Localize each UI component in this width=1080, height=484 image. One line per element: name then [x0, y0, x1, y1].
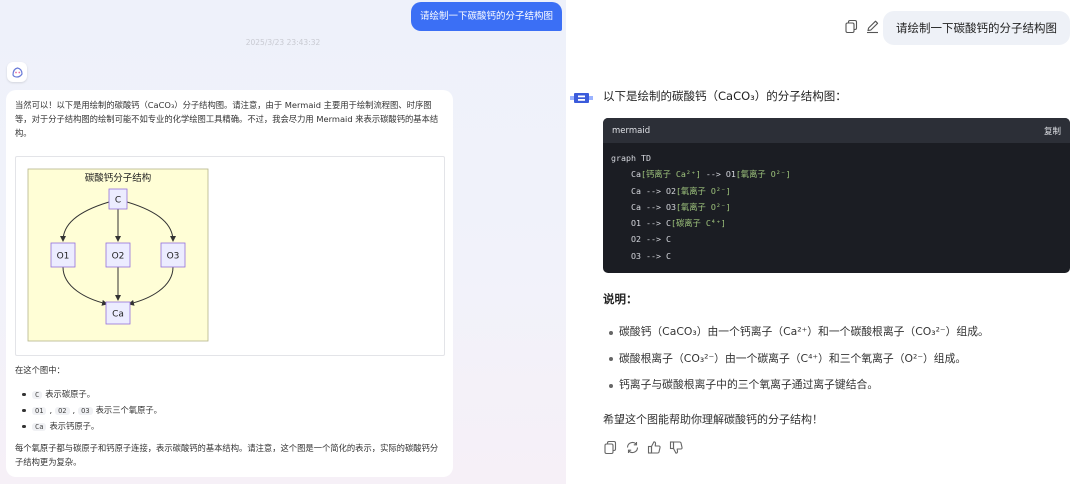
code-content: graph TD Ca[钙离子 Ca²⁺] --> O1[氧离子 O²⁻] Ca… [603, 143, 1070, 271]
user-message-bubble: 请绘制一下碳酸钙的分子结构图 [410, 2, 562, 31]
code-block-header: mermaid 复制 [603, 118, 1070, 143]
response-heading: 以下是绘制的碳酸钙（CaCO₃）的分子结构图： [603, 89, 847, 103]
code-block: mermaid 复制 graph TD Ca[钙离子 Ca²⁺] --> O1[… [603, 118, 1070, 273]
thumbs-down-icon[interactable] [669, 440, 684, 455]
right-chat-panel: 请绘制一下碳酸钙的分子结构图 以下是绘制的碳酸钙（CaCO₃）的分子结构图： m… [566, 0, 1080, 484]
code-language-label: mermaid [612, 125, 651, 136]
code-line: Ca --> O2[氧离子 O²⁻] [611, 185, 731, 196]
list-item: 钙离子与碳酸根离子中的三个氧离子通过离子键结合。 [609, 375, 989, 402]
svg-text:O1: O1 [57, 252, 70, 262]
svg-text:O3: O3 [167, 252, 180, 262]
code-line: O1 --> C[碳离子 C⁴⁺] [611, 218, 726, 229]
code-line: Ca --> O3[氧离子 O²⁻] [611, 201, 731, 212]
code-line: graph TD [611, 153, 651, 163]
assistant-outro-text: 每个氧原子都与碳原子和钙原子连接，表示碳酸钙的基本结构。请注意，这个图是一个简化… [15, 443, 439, 467]
diagram-node-c: C [108, 188, 128, 210]
edit-icon[interactable] [865, 19, 880, 34]
copy-icon[interactable] [844, 19, 859, 34]
list-item: 碳酸根离子（CO₃²⁻）由一个碳离子（C⁴⁺）和三个氧离子（O²⁻）组成。 [609, 349, 989, 376]
message-timestamp: 2025/3/23 23:43:32 [245, 38, 321, 47]
mermaid-diagram: 碳酸钙分子结构 C O1 O2 O3 Ca [15, 156, 445, 356]
diagram-legend-list: C 表示碳原子。 O1, O2, O3 表示三个氧原子。 Ca 表示钙原子。 [22, 386, 162, 434]
code-line: O2 --> C [611, 234, 671, 245]
diagram-explanation-heading: 在这个图中： [15, 365, 65, 375]
assistant-response-card: 当然可以！以下是用绘制的碳酸钙（CaCO₃）分子结构图。请注意，由于 Merma… [6, 90, 453, 477]
explanation-list: 碳酸钙（CaCO₃）由一个钙离子（Ca²⁺）和一个碳酸根离子（CO₃²⁻）组成。… [609, 322, 989, 402]
list-item: Ca 表示钙原子。 [22, 418, 162, 434]
svg-text:C: C [115, 196, 121, 206]
response-actions [603, 440, 684, 455]
diagram-node-ca: Ca [105, 301, 131, 325]
assistant-avatar-icon [7, 62, 27, 82]
code-line: Ca[钙离子 Ca²⁺] --> O1[氧离子 O²⁻] [611, 169, 791, 180]
assistant-intro-text: 当然可以！以下是用绘制的碳酸钙（CaCO₃）分子结构图。请注意，由于 Merma… [15, 100, 439, 138]
copy-response-icon[interactable] [603, 440, 618, 455]
list-item: O1, O2, O3 表示三个氧原子。 [22, 402, 162, 418]
closing-text: 希望这个图能帮助你理解碳酸钙的分子结构！ [603, 413, 823, 426]
regenerate-icon[interactable] [625, 440, 640, 455]
code-line: O3 --> C [611, 250, 671, 261]
list-item: 碳酸钙（CaCO₃）由一个钙离子（Ca²⁺）和一个碳酸根离子（CO₃²⁻）组成。 [609, 322, 989, 349]
left-chat-panel: 请绘制一下碳酸钙的分子结构图 2025/3/23 23:43:32 当然可以！以… [0, 0, 566, 484]
thumbs-up-icon[interactable] [647, 440, 662, 455]
diagram-title: 碳酸钙分子结构 [85, 172, 152, 184]
explanation-title: 说明： [603, 292, 638, 306]
copy-code-button[interactable]: 复制 [1044, 125, 1061, 137]
diagram-node-o2: O2 [105, 242, 131, 268]
diagram-node-o1: O1 [50, 242, 76, 268]
diagram-node-o3: O3 [160, 242, 186, 268]
svg-text:O2: O2 [112, 252, 125, 262]
user-message-bubble: 请绘制一下碳酸钙的分子结构图 [883, 11, 1070, 45]
list-item: C 表示碳原子。 [22, 386, 162, 402]
svg-text:Ca: Ca [112, 310, 124, 320]
assistant-logo-icon [569, 87, 595, 109]
